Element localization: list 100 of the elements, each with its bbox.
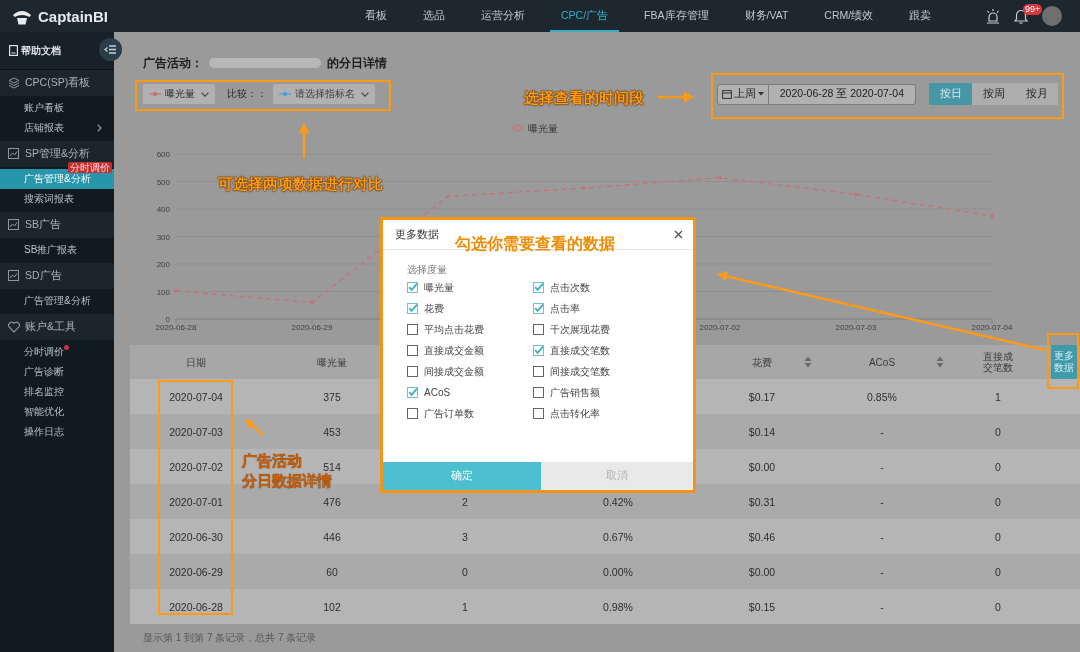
table-cell: 1 [462, 600, 468, 613]
checkbox-label: ACoS [424, 387, 451, 398]
table-cell: 0 [995, 565, 1001, 578]
sidebar-section[interactable]: 账户&工具 [0, 314, 114, 340]
checkbox-label: 千次展现花费 [550, 322, 610, 337]
axis-tick-label: 2020-06-29 [291, 323, 333, 332]
checkbox[interactable] [533, 345, 544, 356]
sidebar-item[interactable]: 排名监控 [0, 382, 114, 402]
chart-icon [8, 148, 20, 160]
sidebar-section[interactable]: SD广告 [0, 263, 114, 289]
column-header: 直接成交笔数 [982, 351, 1014, 373]
table-cell: 514 [323, 460, 341, 473]
axis-tick-label: 100 [156, 287, 170, 297]
axis-tick-label: 0 [165, 315, 170, 324]
sidebar-item[interactable]: 店铺报表 [0, 118, 114, 138]
checkbox[interactable] [533, 324, 544, 335]
table-cell: $0.14 [748, 425, 776, 438]
checkbox[interactable] [407, 408, 418, 419]
sidebar-item[interactable]: 账户看板 [0, 98, 114, 118]
sidebar-section[interactable]: CPC(SP)看板 [0, 70, 114, 96]
checkbox[interactable] [407, 387, 418, 398]
nav-tab[interactable]: 跟卖 [898, 0, 943, 32]
nav-tab[interactable]: 选品 [412, 0, 456, 32]
checkbox[interactable] [533, 366, 544, 377]
metric-select[interactable]: 请选择指标名 [273, 84, 375, 104]
highlight-frame [1047, 333, 1079, 389]
avatar[interactable] [1042, 6, 1062, 26]
date-preset-dropdown[interactable]: 上周 [716, 83, 769, 105]
sidebar-item[interactable]: SB推广报表 [0, 240, 114, 260]
table-cell: $0.15 [748, 600, 776, 613]
checkbox-label: 间接成交金额 [424, 364, 484, 379]
table-cell: 2020-06-28 [169, 600, 223, 613]
axis-tick-label: 200 [156, 260, 170, 269]
page-title: 广告活动： [143, 54, 203, 72]
checkbox-label: 直接成交金额 [424, 343, 484, 358]
nav-tab[interactable]: 财务/VAT [733, 0, 800, 32]
table-cell: 0.00% [603, 565, 633, 578]
annotation-note: 可选择两项数据进行对比 [218, 174, 383, 194]
collapse-sidebar-button[interactable] [99, 38, 122, 61]
sidebar-item[interactable]: 搜索词报表 [0, 189, 114, 209]
alarm-light-icon[interactable] [986, 8, 1000, 24]
checkbox[interactable] [533, 408, 544, 419]
table-cell: 2 [462, 495, 468, 508]
table-cell: - [880, 495, 884, 508]
nav-tab[interactable]: CPC/广告 [550, 0, 620, 32]
axis-tick-label: 2020-07-03 [835, 323, 877, 332]
table-cell: 0 [995, 460, 1001, 473]
table-cell: $0.00 [748, 460, 776, 473]
table-cell: 446 [323, 530, 341, 543]
column-header: 日期 [186, 356, 206, 368]
nav-tab[interactable]: FBA库存管理 [633, 0, 720, 32]
metric-select[interactable]: 曝光量 [143, 84, 215, 104]
table-cell: 2020-06-30 [169, 530, 223, 543]
help-docs-link[interactable]: 帮助文档 [9, 43, 61, 58]
sidebar-section[interactable]: SB广告 [0, 212, 114, 238]
nav-tab[interactable]: 运营分析 [470, 0, 536, 32]
nav-tab[interactable]: 看板 [354, 0, 398, 32]
checkbox[interactable] [533, 303, 544, 314]
brand-name: CaptainBI [38, 7, 108, 25]
caret-icon [201, 91, 209, 97]
axis-tick-label: 400 [156, 205, 170, 214]
table-cell: 2020-07-01 [169, 495, 223, 508]
data-point [174, 289, 178, 293]
axis-tick-label: 2020-07-02 [699, 323, 741, 332]
date-range-field[interactable]: 2020-06-28 至 2020-07-04 [768, 83, 916, 105]
checkbox[interactable] [407, 345, 418, 356]
checkbox[interactable] [407, 324, 418, 335]
table-cell: - [880, 425, 884, 438]
sidebar-item[interactable]: 智能优化 [0, 402, 114, 422]
axis-tick-label: 300 [156, 232, 170, 242]
granularity-tab[interactable]: 按周 [972, 83, 1015, 105]
dialog-title: 更多数据 [395, 227, 439, 242]
granularity-tab[interactable]: 按月 [1015, 83, 1058, 105]
table-cell: 0.98% [603, 600, 633, 613]
checkbox-label: 平均点击花费 [424, 322, 484, 337]
checkbox[interactable] [407, 303, 418, 314]
axis-tick-label: 600 [156, 150, 170, 159]
data-point [582, 186, 586, 190]
checkbox-label: 花费 [424, 301, 444, 316]
nav-tab[interactable]: CRM/绩效 [813, 0, 885, 32]
sidebar-item[interactable]: 分时调价 [0, 342, 114, 362]
sidebar-item[interactable]: 操作日志 [0, 422, 114, 442]
table-cell: 3 [462, 530, 468, 543]
table-cell: 453 [323, 425, 341, 438]
checkbox[interactable] [407, 282, 418, 293]
table-cell: 0 [995, 425, 1001, 438]
table-cell: 2020-07-03 [169, 425, 223, 438]
table-cell: 0.85% [867, 390, 897, 403]
checkbox[interactable] [533, 387, 544, 398]
sidebar-item[interactable]: 广告管理&分析 [0, 291, 114, 311]
tag-badge: 分时调价 [68, 162, 112, 173]
table-cell: 0 [995, 530, 1001, 543]
menu-collapse-icon [104, 43, 117, 56]
checkbox-label: 曝光量 [424, 280, 454, 295]
close-icon[interactable] [674, 230, 683, 239]
sidebar-item[interactable]: 广告诊断 [0, 362, 114, 382]
checkbox[interactable] [533, 282, 544, 293]
checkbox[interactable] [407, 366, 418, 377]
chart-icon [8, 219, 20, 231]
document-icon [9, 45, 18, 56]
